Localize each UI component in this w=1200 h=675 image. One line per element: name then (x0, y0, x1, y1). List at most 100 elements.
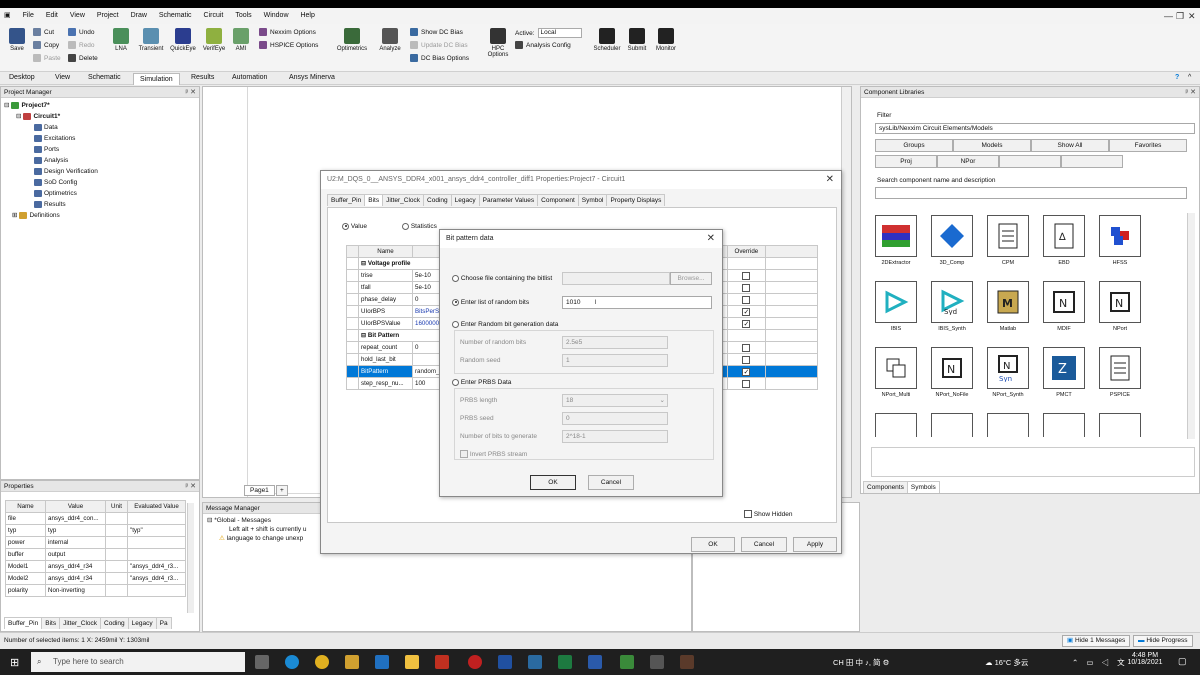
component-item[interactable]: 3D_Comp (929, 215, 975, 266)
cell[interactable]: typ (45, 524, 106, 537)
tree-item-ports[interactable]: Ports (4, 144, 199, 155)
tab-desktop[interactable]: Desktop (9, 74, 35, 81)
tab-jitter-clock[interactable]: Jitter_Clock (382, 194, 425, 206)
prbs-length-select[interactable]: 18 ⌄ (562, 394, 668, 407)
show-all-button[interactable]: Show All (1031, 139, 1109, 152)
override-checkbox[interactable]: ✓ (742, 319, 751, 328)
clock[interactable]: 4:48 PM 10/18/2021 (1122, 652, 1168, 666)
mail-icon[interactable] (375, 655, 389, 669)
undo-button[interactable]: Undo (68, 28, 95, 36)
analyze-button[interactable]: Analyze (376, 28, 404, 52)
monitor-button[interactable]: Monitor (651, 28, 681, 52)
statistics-radio[interactable] (402, 222, 409, 230)
cell[interactable]: ansys_ddr4_con... (45, 512, 106, 525)
override-checkbox[interactable] (742, 271, 751, 280)
prbs-seed-input[interactable]: 0 (562, 412, 668, 425)
task-view-icon[interactable] (255, 655, 269, 669)
component-scrollbar[interactable] (1187, 213, 1195, 439)
menu-window[interactable]: Window (259, 12, 294, 19)
bitlist-file-input[interactable] (562, 272, 670, 285)
filter-select[interactable]: sysLib/Nexxim Circuit Elements/Models (875, 123, 1195, 134)
override-checkbox[interactable] (742, 379, 751, 388)
tab-symbols[interactable]: Symbols (906, 481, 940, 493)
menu-help[interactable]: Help (295, 12, 319, 19)
component-item-partial[interactable] (1097, 413, 1143, 437)
override-checkbox[interactable] (742, 343, 751, 352)
ok-button[interactable]: OK (530, 475, 576, 490)
ami-button[interactable]: AMI (230, 28, 252, 52)
num-bits-input[interactable]: 2^18-1 (562, 430, 668, 443)
component-item-partial[interactable] (985, 413, 1031, 437)
page-tab[interactable]: Page1 (244, 485, 275, 496)
optimetrics-button[interactable]: Optimetrics (334, 28, 370, 52)
tab-view[interactable]: View (55, 74, 70, 81)
menu-project[interactable]: Project (92, 12, 124, 19)
transient-button[interactable]: Transient (136, 28, 166, 52)
value-radio[interactable] (342, 222, 349, 230)
dc-bias-options-button[interactable]: DC Bias Options (410, 54, 469, 62)
properties-scrollbar[interactable] (187, 503, 194, 613)
close-icon[interactable]: ✕ (1188, 11, 1196, 22)
tree-item-design-verification[interactable]: Design Verification (4, 166, 199, 177)
panel-close-icon[interactable]: ᵖ ✕ (186, 87, 196, 98)
panel-close-icon[interactable]: ᵖ ✕ (186, 481, 196, 492)
ansys-edt-icon[interactable] (680, 655, 694, 669)
edge-icon[interactable] (285, 655, 299, 669)
app-red-icon[interactable] (468, 655, 482, 669)
value-radio-row[interactable]: Value (342, 222, 367, 231)
terminal-icon[interactable] (650, 655, 664, 669)
component-item[interactable]: PSPICE (1097, 347, 1143, 398)
store-icon[interactable] (345, 655, 359, 669)
tab-coding[interactable]: Coding (100, 617, 129, 629)
file-explorer-icon[interactable] (405, 655, 419, 669)
show-hidden-row[interactable]: Show Hidden (744, 510, 792, 519)
enter-list-option[interactable]: Enter list of random bits (452, 298, 529, 307)
tree-item-optimetrics[interactable]: Optimetrics (4, 188, 199, 199)
models-button[interactable]: Models (953, 139, 1031, 152)
cancel-button[interactable]: Cancel (741, 537, 787, 552)
tab-coding[interactable]: Coding (423, 194, 452, 206)
tab-ansys-minerva[interactable]: Ansys Minerva (289, 74, 335, 81)
num-random-bits-input[interactable]: 2.5e5 (562, 336, 668, 349)
menu-edit[interactable]: Edit (41, 12, 63, 19)
component-search-input[interactable] (875, 187, 1187, 199)
table-row[interactable]: power internal (5, 536, 186, 549)
prbs-option[interactable]: Enter PRBS Data (452, 378, 511, 387)
component-item[interactable]: IBIS (873, 281, 919, 332)
delete-button[interactable]: Delete (68, 54, 98, 62)
teams-icon[interactable] (498, 655, 512, 669)
invert-prbs-checkbox[interactable] (460, 450, 468, 459)
menu-tools[interactable]: Tools (230, 12, 256, 19)
show-dc-bias-button[interactable]: Show DC Bias (410, 28, 463, 36)
tab-results[interactable]: Results (191, 74, 214, 81)
override-checkbox[interactable] (742, 283, 751, 292)
random-bits-list-input[interactable]: 1010 I (562, 296, 712, 309)
word-icon[interactable] (588, 655, 602, 669)
proj-button[interactable]: Proj (875, 155, 937, 168)
component-item[interactable]: N MDIF (1041, 281, 1087, 332)
tab-buffer-pin[interactable]: Buffer_Pin (327, 194, 366, 206)
canvas-vertical-scrollbar[interactable] (841, 87, 851, 497)
tree-item-sod-config[interactable]: SoD Config (4, 177, 199, 188)
invert-prbs-row[interactable]: Invert PRBS stream (460, 450, 527, 459)
help-icon[interactable]: ? (1175, 74, 1179, 81)
minimize-icon[interactable]: — (1164, 11, 1173, 21)
table-row[interactable]: typ typ "typ" (5, 524, 186, 537)
tree-item-project[interactable]: ⊟ Project7* (4, 100, 199, 111)
tab-legacy[interactable]: Legacy (450, 194, 480, 206)
enter-list-radio[interactable] (452, 298, 459, 306)
empty-button[interactable] (999, 155, 1061, 168)
empty-button[interactable] (1061, 155, 1123, 168)
cancel-button[interactable]: Cancel (588, 475, 634, 490)
paste-button[interactable]: Paste (33, 54, 61, 62)
override-checkbox[interactable] (742, 355, 751, 364)
panel-close-icon[interactable]: ᵖ ✕ (1186, 87, 1196, 98)
statistics-radio-row[interactable]: Statistics (402, 222, 437, 231)
tab-pa[interactable]: Pa (155, 617, 172, 629)
powerpoint-icon[interactable] (435, 655, 449, 669)
ime-indicators[interactable]: CH 田 中 ♪, 简 ⚙ (833, 657, 889, 668)
table-row[interactable]: Model2 ansys_ddr4_r34 "ansys_ddr4_r3... (5, 572, 186, 585)
close-icon[interactable]: ✕ (826, 171, 834, 189)
tab-parameter-values[interactable]: Parameter Values (478, 194, 539, 206)
component-item[interactable]: Syd IBIS_Synth (929, 281, 975, 332)
